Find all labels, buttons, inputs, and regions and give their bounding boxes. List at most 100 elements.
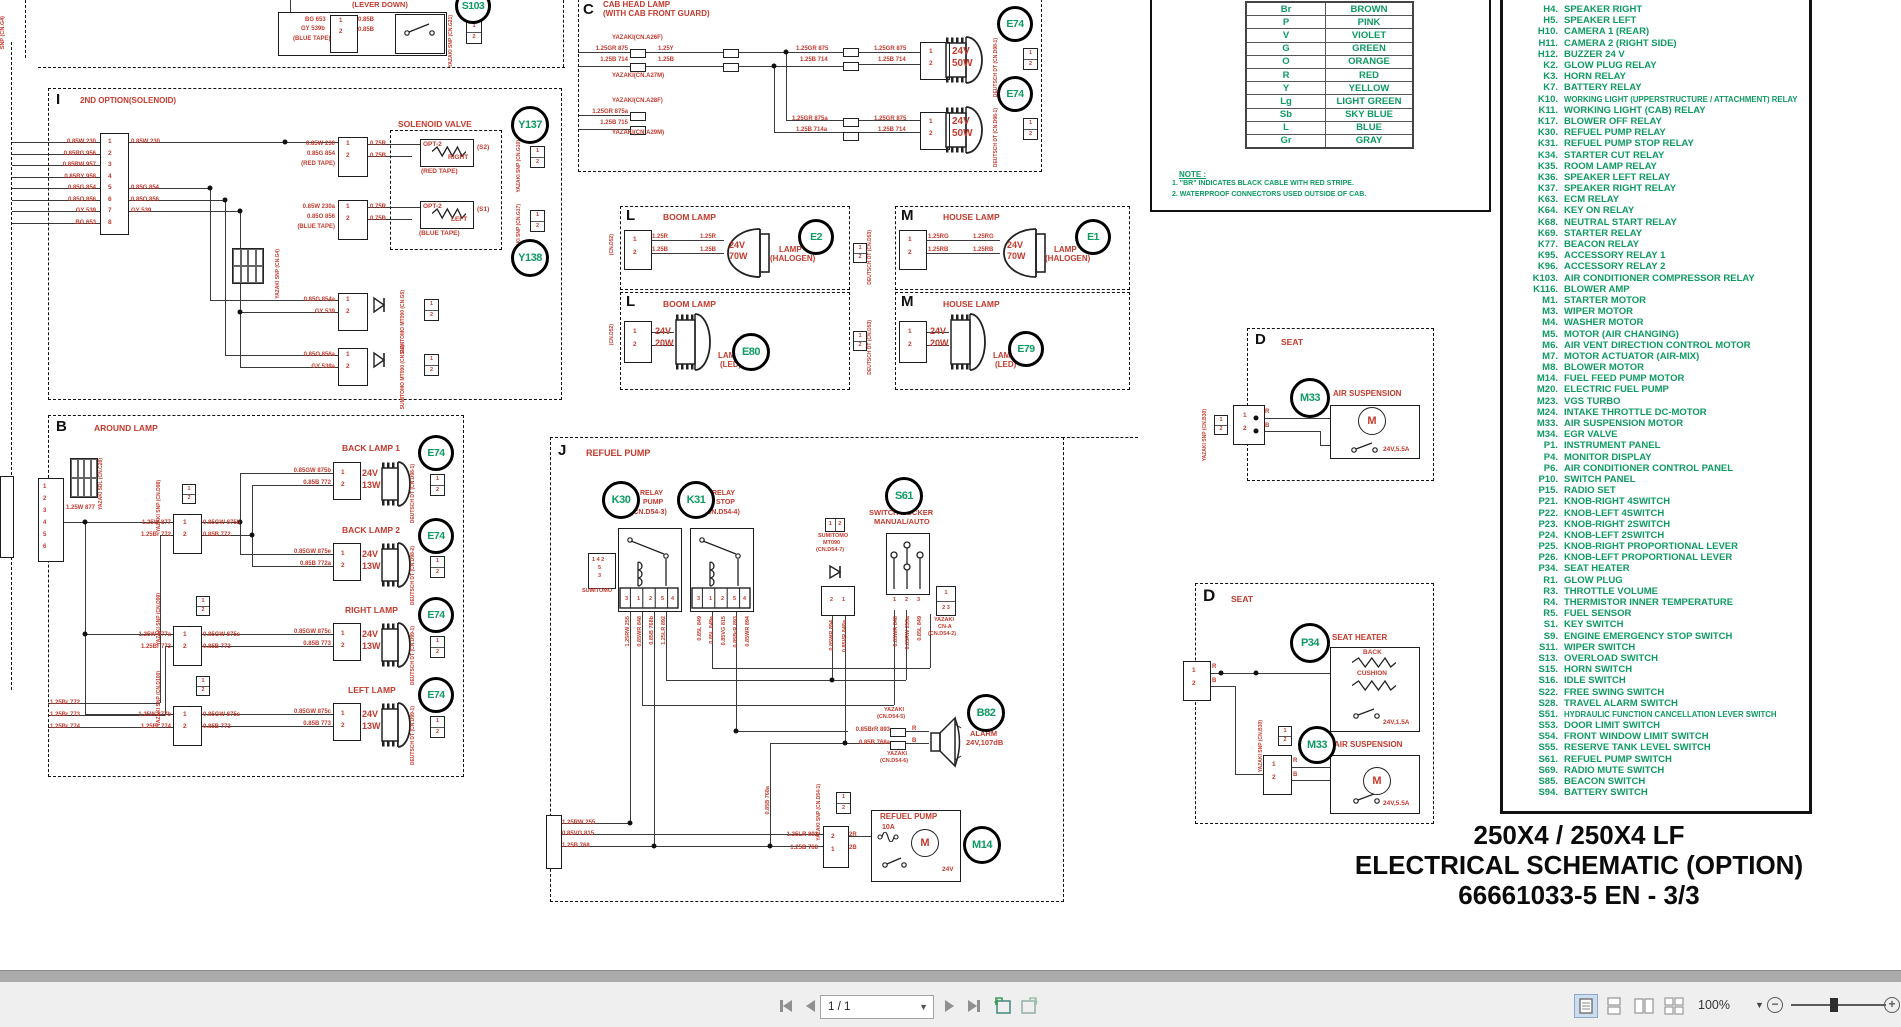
component-badge: E74 [418, 518, 454, 554]
previous-view-icon [993, 997, 1013, 1015]
wire-label: 24V [930, 327, 946, 336]
connector-box [333, 462, 361, 500]
wire-label: 1.25RW 255 [626, 616, 632, 646]
zoom-out-button[interactable]: − [1767, 997, 1783, 1013]
wire-label: 2 [108, 151, 112, 158]
wire-label: OPT-2 [423, 142, 442, 149]
zoom-level[interactable]: 100% [1698, 998, 1730, 1012]
wire-label: YAZAKI [884, 708, 904, 714]
previous-page-button[interactable] [801, 995, 819, 1017]
last-page-button[interactable] [963, 995, 985, 1017]
legend-item: M34.EGR VALVE [1503, 429, 1809, 440]
wire-label: 1 [339, 18, 342, 24]
connector-box [173, 626, 202, 666]
single-page-icon [1579, 998, 1593, 1014]
wire-label: B [1293, 772, 1297, 778]
legend-item: M8.BLOWER MOTOR [1503, 362, 1809, 373]
color-row: RRED [1246, 68, 1413, 81]
connector-box [899, 321, 927, 363]
wire-label: 0.85B 772 [292, 480, 331, 486]
wire-label: 2 [633, 342, 637, 349]
zoom-in-button[interactable]: + [1884, 997, 1900, 1013]
wire-label: 0.85L 849 [918, 616, 924, 641]
wire-label: (HALOGEN) [1045, 255, 1090, 263]
wire-label: 2 [183, 644, 187, 651]
junction-dot [83, 632, 88, 637]
legend-item: M14.FUEL FEED PUMP MOTOR [1503, 373, 1809, 384]
wire-label: DEUTSCH DT (CN.D53) [868, 230, 873, 285]
previous-view-button[interactable] [992, 994, 1014, 1018]
layout-two-pages-button[interactable] [1631, 995, 1657, 1017]
i12-icon: 12 [1023, 48, 1036, 68]
wire-label: AROUND LAMP [94, 424, 158, 433]
wire-label: 5 [598, 566, 601, 572]
flamp-icon [380, 539, 412, 591]
wire-label: 1 [346, 204, 350, 211]
wire-label: 1.25B 715 [588, 120, 628, 126]
legend-item: P34.SEAT HEATER [1503, 563, 1809, 574]
connector-box [338, 200, 368, 240]
wire-label: 0.85O 856a [292, 352, 335, 358]
zoom-slider-handle[interactable] [1830, 998, 1838, 1012]
title-line-3: 66661033-5 EN - 3/3 [1340, 880, 1818, 910]
wire-label: GY 539 [131, 208, 151, 214]
layout-single-page-button[interactable] [1575, 995, 1597, 1017]
wire-label: 1.25RG [973, 234, 994, 240]
wire-label: I [56, 92, 60, 108]
wire-label: 1.25Br 774 [50, 724, 80, 730]
zoom-dropdown-caret[interactable]: ▼ [1755, 1000, 1764, 1010]
legend-item: K11.WORKING LIGHT (CAB) RELAY [1503, 105, 1809, 116]
wire-label: YAZAKI [934, 618, 954, 624]
wire-label: DEUTSCH DT (CN.D99-1) [411, 626, 416, 685]
wire-label: SEAT [1281, 338, 1303, 347]
page-number-combo[interactable]: 1 / 1 ▼ [820, 995, 934, 1019]
wire-label: 70W [729, 252, 748, 261]
wire-label: AIR SUSPENSION [1334, 741, 1402, 749]
note-heading: NOTE : [1179, 170, 1366, 179]
wire-label: 1 [893, 598, 896, 604]
wire-label: 1.25GR 875 [874, 46, 906, 52]
wire-label: 8 [108, 220, 112, 227]
component-badge: E80 [732, 333, 770, 371]
first-page-button[interactable] [775, 995, 797, 1017]
wire-label: D [1203, 587, 1215, 605]
junction-dot [784, 50, 789, 55]
layout-two-pages-continuous-button[interactable] [1661, 995, 1687, 1017]
legend-item: K68.NEUTRAL START RELAY [1503, 217, 1809, 228]
wire-label: YAZAKI SNP (CN.G10) [517, 140, 522, 193]
legend-item: P21.KNOB-RIGHT 4SWITCH [1503, 496, 1809, 507]
wire-label: 13W [362, 481, 381, 490]
junction-dot [768, 844, 773, 849]
wire-label: 0.85BY 958 [50, 174, 96, 180]
layout-continuous-button[interactable] [1603, 995, 1625, 1017]
wire-label: YAZAKI SNP (CN.B30) [1259, 720, 1264, 772]
component-badge: Y138 [511, 239, 549, 277]
spl-icon [843, 118, 857, 125]
wire-label: 0.85GW 875c [288, 629, 331, 635]
zoom-slider-track[interactable] [1791, 1004, 1886, 1006]
wire-label: SUMITOMO [582, 589, 612, 595]
legend-item: S54.FRONT WINDOW LIMIT SWITCH [1503, 731, 1809, 742]
wire-label: 0.85G 854 [131, 185, 159, 191]
legend-item: M3.WIPER MOTOR [1503, 306, 1809, 317]
wire-label: YAZAKI SNP (CN.G4) [276, 249, 281, 299]
wire-label: 1.25Br 773 [50, 712, 80, 718]
title-line-2: ELECTRICAL SCHEMATIC (OPTION) [1340, 850, 1818, 880]
wire-label: 5 [661, 597, 664, 603]
component-badge: K31 [677, 481, 715, 519]
wire-label: 1.25B 714 [878, 57, 906, 63]
legend-item: R4.THERMISTOR INNER TEMPERATURE [1503, 597, 1809, 608]
wire-label: 0.85W 230a [292, 204, 335, 210]
i12-icon: 12 [853, 243, 865, 261]
next-page-button[interactable] [940, 995, 958, 1017]
next-view-button[interactable] [1018, 994, 1040, 1018]
wire-label: 2 [721, 597, 724, 603]
wire-label: 1 [341, 711, 345, 718]
wire [290, 0, 291, 12]
wire-label: 2 [929, 131, 933, 138]
wire-label: 1.25LR 892 [662, 616, 668, 645]
wire-label: 1.25RB [973, 247, 993, 253]
legend-item: M7.MOTOR ACTUATOR (AIR-MIX) [1503, 351, 1809, 362]
wire-label: 1 [346, 297, 350, 304]
wire-label: 0.85W 230 [131, 139, 160, 145]
